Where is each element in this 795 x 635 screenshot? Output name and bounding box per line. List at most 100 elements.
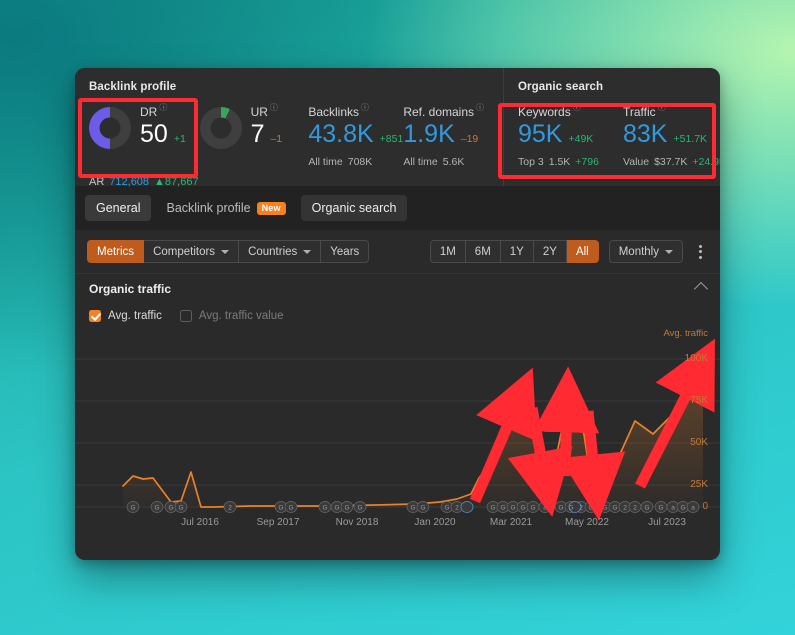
organic-search-panel: Organic search Keywords ⓘ 95K +49K Top 3… (503, 68, 720, 186)
range-1y-button[interactable]: 1Y (500, 240, 534, 263)
y-tick-100k: 100K (684, 353, 708, 364)
svg-text:2: 2 (633, 505, 637, 512)
svg-text:G: G (130, 505, 135, 512)
dr-metric[interactable]: DR ⓘ 50 +1 (89, 104, 200, 168)
tab-general-label: General (96, 201, 141, 215)
traffic-metric[interactable]: Traffic ⓘ 83K +51.7K Value $37.7K +24.9K (623, 104, 720, 168)
x-tick-sep-2017: Sep 2017 (256, 517, 300, 528)
x-tick-may-2022: May 2022 (565, 517, 609, 528)
y-tick-0: 0 (702, 501, 708, 512)
organic-traffic-header: Organic traffic (75, 274, 720, 304)
ref-domains-label: Ref. domains ⓘ (403, 104, 503, 120)
dr-value: 50 (140, 120, 168, 148)
tab-organic-search[interactable]: Organic search (300, 195, 408, 221)
traffic-delta: +51.7K (673, 133, 708, 145)
range-2y-button[interactable]: 2Y (533, 240, 567, 263)
ar-label: AR (89, 175, 105, 188)
svg-text:a: a (691, 505, 695, 512)
svg-text:a: a (671, 505, 675, 512)
range-2y-label: 2Y (542, 245, 557, 258)
tab-general[interactable]: General (85, 195, 152, 221)
ur-metric[interactable]: UR ⓘ 7 –1 (199, 104, 309, 168)
svg-text:G: G (357, 505, 362, 512)
organic-search-title: Organic search (518, 81, 604, 93)
svg-text:G: G (420, 505, 425, 512)
filter-countries-button[interactable]: Countries (239, 240, 322, 263)
chart-canvas: GG GG 2G GG GG GG GG 2G GG GG aG G2 GG G… (75, 338, 720, 521)
more-options-icon[interactable] (693, 241, 708, 263)
range-1m-button[interactable]: 1M (429, 240, 466, 263)
svg-text:G: G (168, 505, 173, 512)
filter-metrics-button[interactable]: Metrics (87, 240, 145, 263)
kebab-dot (699, 244, 702, 248)
svg-text:G: G (612, 505, 617, 512)
info-icon[interactable]: ⓘ (658, 104, 666, 112)
keywords-delta: +49K (568, 133, 594, 145)
checkbox-checked-icon[interactable] (89, 310, 101, 322)
legend-avg-traffic-value[interactable]: Avg. traffic value (179, 310, 284, 322)
info-icon[interactable]: ⓘ (476, 104, 484, 112)
filter-years-button[interactable]: Years (321, 240, 370, 263)
ref-domains-label-text: Ref. domains (403, 105, 475, 119)
ref-domains-metric[interactable]: Ref. domains ⓘ 1.9K –19 All time 5.6K (403, 104, 503, 168)
backlinks-sub-value: 708K (347, 155, 373, 168)
ur-value: 7 (250, 120, 265, 148)
svg-text:G: G (500, 505, 505, 512)
backlinks-label-text: Backlinks (308, 105, 359, 119)
svg-text:G: G (510, 505, 515, 512)
chevron-down-icon (303, 249, 312, 254)
tab-backlink-profile[interactable]: Backlink profile New (155, 195, 296, 221)
ur-donut-chart (199, 107, 242, 149)
chevron-down-icon (221, 249, 230, 254)
svg-text:G: G (322, 505, 327, 512)
dr-donut-chart (89, 107, 131, 149)
info-icon[interactable]: ⓘ (159, 104, 167, 112)
chevron-up-icon[interactable] (693, 281, 709, 297)
legend-avg-traffic[interactable]: Avg. traffic (89, 310, 162, 322)
svg-text:2: 2 (579, 505, 583, 512)
ur-label: UR ⓘ (250, 104, 283, 120)
drop-arrow-2 (559, 410, 626, 521)
range-6m-button[interactable]: 6M (465, 240, 501, 263)
organic-traffic-chart[interactable]: Avg. traffic G G G G 2 G G G G G G G G G… (75, 326, 720, 531)
granularity-dropdown[interactable]: Monthly (608, 240, 683, 263)
tab-organic-search-label: Organic search (311, 201, 397, 215)
filter-competitors-button[interactable]: Competitors (144, 240, 240, 263)
traffic-label: Traffic ⓘ (623, 104, 720, 120)
keywords-metric[interactable]: Keywords ⓘ 95K +49K Top 3 1.5K +796 (518, 104, 623, 168)
checkbox-unchecked-icon[interactable] (179, 310, 192, 322)
svg-text:G: G (644, 505, 649, 512)
new-badge: New (256, 201, 286, 215)
info-icon[interactable]: ⓘ (361, 104, 369, 112)
info-icon[interactable]: ⓘ (573, 104, 581, 112)
tab-bar: General Backlink profile New Organic sea… (75, 186, 720, 230)
ur-label-text: UR (250, 105, 268, 119)
backlinks-label: Backlinks ⓘ (308, 104, 403, 120)
range-1m-label: 1M (439, 245, 456, 258)
backlinks-value: 43.8K (308, 120, 374, 148)
svg-text:G: G (154, 505, 159, 512)
toolbar-right-group: 1M 6M 1Y 2Y All Monthly (429, 240, 708, 263)
x-tick-jan-2020: Jan 2020 (414, 517, 456, 528)
keywords-sub-delta: +796 (575, 155, 599, 168)
backlinks-metric[interactable]: Backlinks ⓘ 43.8K +851 All time 708K (308, 104, 403, 168)
y-tick-25k: 25K (690, 479, 708, 490)
traffic-value: 83K (623, 120, 668, 148)
dr-label-text: DR (140, 105, 158, 119)
filter-competitors-label: Competitors (153, 245, 216, 258)
svg-text:G: G (444, 505, 449, 512)
y-tick-50k: 50K (690, 437, 708, 448)
range-1y-label: 1Y (509, 245, 524, 258)
ref-domains-value: 1.9K (403, 120, 455, 148)
growth-arrow-2 (533, 366, 600, 477)
svg-text:G: G (680, 505, 685, 512)
svg-text:G: G (658, 505, 663, 512)
svg-text:2: 2 (455, 505, 459, 512)
ref-domains-delta: –19 (460, 133, 479, 145)
x-tick-nov-2018: Nov 2018 (335, 517, 379, 528)
x-tick-mar-2021: Mar 2021 (489, 517, 533, 528)
range-all-button[interactable]: All (566, 240, 599, 263)
traffic-label-text: Traffic (623, 105, 656, 119)
svg-text:G: G (602, 505, 607, 512)
info-icon[interactable]: ⓘ (270, 104, 278, 112)
